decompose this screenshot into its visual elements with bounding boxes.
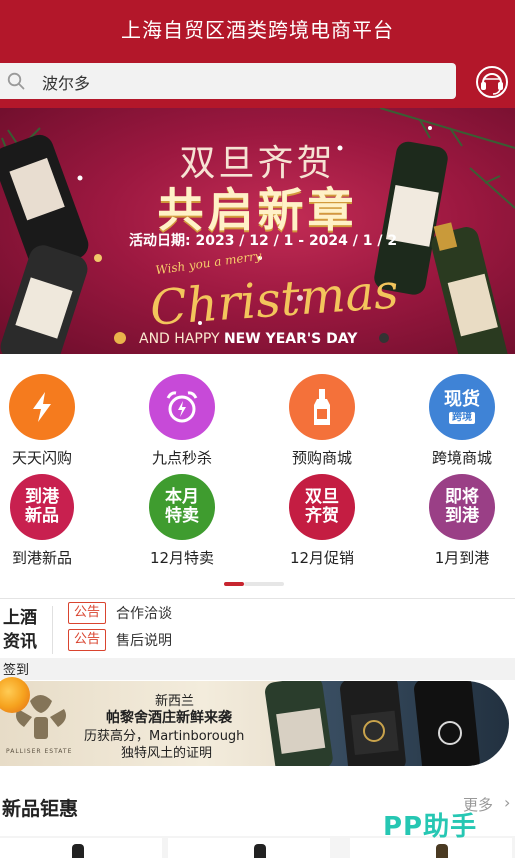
lightning-icon — [9, 374, 75, 440]
wine-bottle-icon — [289, 374, 355, 440]
headset-icon[interactable] — [474, 64, 510, 100]
category-label: 九点秒杀 — [151, 449, 212, 467]
banner-new-year-prefix: AND HAPPY — [139, 331, 224, 347]
promo-tagline: 独特风土的证明 — [121, 746, 213, 761]
category-label: 天天闪购 — [11, 449, 72, 467]
spot-goods-text: 现货 — [444, 389, 480, 410]
promo-artwork — [16, 681, 480, 766]
banner-date: 活动日期: 2023 / 12 / 1 - 2024 / 1 / 2 — [129, 233, 398, 249]
page-title: 上海自贸区酒类跨境电商平台 — [121, 18, 394, 42]
watermark-logo: PP助手 — [383, 812, 478, 842]
cross-border-chip: 跨境 — [449, 412, 475, 424]
promo-estate-logo-text: PALLISER ESTATE — [6, 748, 73, 755]
news-tag: 公告 — [68, 629, 107, 651]
news-brand-line2: 资讯 — [3, 632, 37, 652]
banner-new-year-text: AND HAPPY NEW YEAR'S DAY — [139, 331, 357, 347]
coming-soon-text: 即将到港 — [445, 487, 479, 526]
category-december-promo[interactable]: 双旦齐贺 12月促销 — [272, 474, 372, 574]
category-label: 12月促销 — [289, 549, 355, 567]
category-label: 12月特卖 — [149, 549, 215, 567]
pager-inactive-track — [244, 582, 284, 586]
category-january-arrival[interactable]: 即将到港 1月到港 — [412, 474, 512, 574]
monthly-sale-text: 本月特卖 — [165, 487, 199, 526]
product-card[interactable] — [0, 838, 162, 858]
category-flash-sale[interactable]: 天天闪购 — [0, 374, 92, 474]
holiday-promo-text: 双旦齐贺 — [305, 487, 339, 526]
news-item[interactable]: 公告 合作洽谈 — [68, 602, 172, 624]
monthly-sale-badge: 本月特卖 — [149, 474, 215, 540]
category-label: 1月到港 — [434, 549, 490, 567]
banner-new-year-day: NEW YEAR'S DAY — [223, 331, 358, 347]
category-cross-border-mall[interactable]: 现货 跨境 跨境商城 — [412, 374, 512, 474]
product-card[interactable] — [168, 838, 330, 858]
product-image — [254, 844, 266, 858]
news-text: 合作洽谈 — [116, 606, 173, 622]
app-header: 上海自贸区酒类跨境电商平台 波尔多 — [0, 0, 515, 108]
search-input[interactable]: 波尔多 — [42, 70, 90, 94]
promo-carousel-banner[interactable]: 双旦齐贺 共启新章 活动日期: 2023 / 12 / 1 - 2024 / 1… — [0, 108, 515, 354]
news-item[interactable]: 公告 售后说明 — [68, 629, 172, 651]
news-brand: 上酒 资讯 — [3, 606, 37, 654]
news-text: 售后说明 — [116, 633, 173, 649]
divider — [0, 598, 515, 599]
alarm-clock-icon — [149, 374, 215, 440]
category-december-sale[interactable]: 本月特卖 12月特卖 — [132, 474, 232, 574]
category-presale-mall[interactable]: 预购商城 — [272, 374, 372, 474]
winery-promo-banner[interactable]: 新西兰 帕黎舍酒庄新鲜来袭 历获高分，Martinborough 独特风土的证明… — [0, 681, 509, 766]
news-brand-line1: 上酒 — [3, 608, 37, 628]
category-label: 到港新品 — [11, 549, 72, 567]
holiday-promo-badge: 双旦齐贺 — [289, 474, 355, 540]
sign-in-label[interactable]: 签到 — [3, 659, 29, 678]
arrived-new-text: 到港新品 — [25, 487, 59, 526]
category-grid: 天天闪购 九点秒杀 预购商城 现货 跨境 跨境商城 到港新品 到港新品 本月特卖… — [0, 366, 515, 576]
search-bar[interactable]: 波尔多 — [0, 63, 456, 99]
product-image — [436, 844, 448, 858]
new-products-title: 新品钜惠 — [2, 798, 79, 820]
promo-headline: 帕黎舍酒庄新鲜来袭 — [106, 710, 232, 726]
category-label: 跨境商城 — [431, 449, 492, 467]
chevron-right-icon[interactable]: › — [504, 793, 510, 812]
arrived-new-badge: 到港新品 — [10, 474, 74, 540]
category-arrived-new[interactable]: 到港新品 到港新品 — [0, 474, 92, 574]
search-icon — [7, 72, 25, 90]
category-label: 预购商城 — [291, 449, 352, 467]
pager-active-indicator — [224, 582, 244, 586]
spot-goods-icon: 现货 跨境 — [429, 374, 495, 440]
news-tag: 公告 — [68, 602, 107, 624]
divider — [52, 606, 53, 654]
coming-soon-badge: 即将到港 — [429, 474, 495, 540]
product-image — [72, 844, 84, 858]
section-gap — [0, 658, 515, 680]
category-nine-oclock-flash[interactable]: 九点秒杀 — [132, 374, 232, 474]
